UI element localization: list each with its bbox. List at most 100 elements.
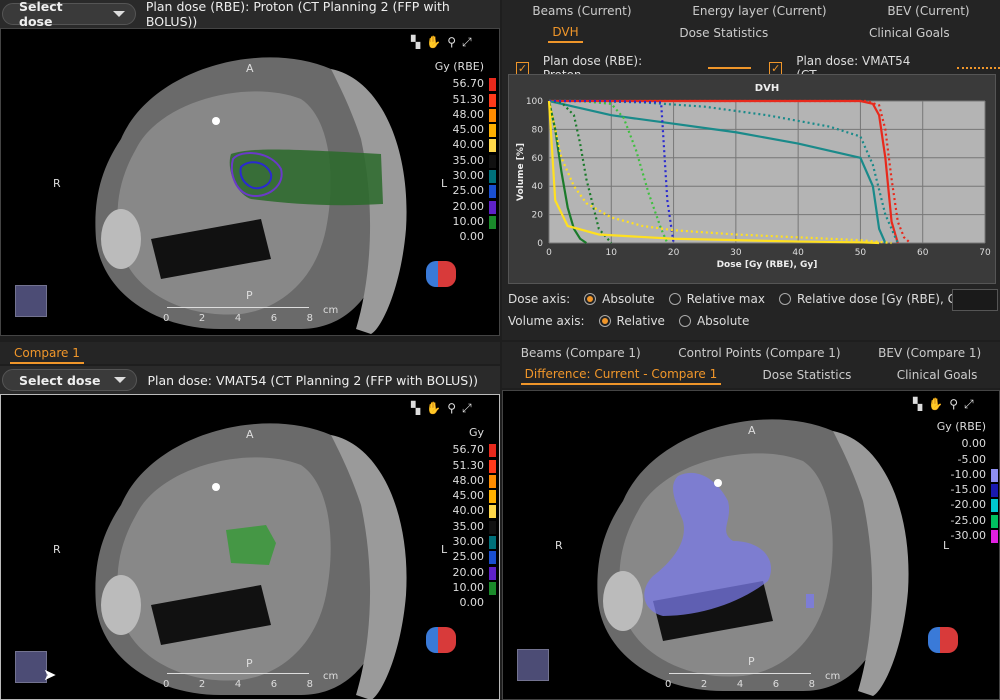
legend-solid-line <box>707 67 752 69</box>
radio-indicator <box>778 293 791 305</box>
tab-beams-compare[interactable]: Beams (Compare 1) <box>517 344 645 362</box>
legend-entry: 10.00 <box>426 580 496 595</box>
scale-tick: 6 <box>270 679 278 690</box>
radio-relative-max[interactable]: Relative max <box>668 292 765 306</box>
fit-view-icon[interactable]: ⤢ <box>964 397 980 411</box>
scale-bar: 0 2 4 6 8 <box>163 307 313 324</box>
dvh-chart-frame: 0 10 20 30 40 50 60 70 0 20 40 60 80 100 DVH Dose [Gy (… <box>508 74 996 284</box>
legend-swatch <box>489 154 496 168</box>
legend-swatch <box>489 124 496 138</box>
checkbox-proton[interactable]: ✓ <box>516 61 529 75</box>
view-tools: ▚✋⚲⤢ <box>411 401 478 416</box>
fit-view-icon[interactable]: ⤢ <box>462 35 478 49</box>
legend-swatch <box>489 490 496 504</box>
legend-entry: -15.00 <box>928 482 998 498</box>
tab-bev-compare[interactable]: BEV (Compare 1) <box>874 344 985 362</box>
select-dose-button[interactable]: Select dose <box>2 0 136 29</box>
orientation-cube-icon[interactable] <box>517 649 549 681</box>
dose-title: Plan dose (RBE): Proton (CT Planning 2 (… <box>145 0 450 29</box>
radio-absolute-dose[interactable]: Absolute <box>584 292 655 306</box>
pan-hand-icon[interactable]: ✋ <box>426 35 447 49</box>
tab-energy-layer[interactable]: Energy layer (Current) <box>688 2 830 20</box>
legend-unit: Gy (RBE) <box>936 420 986 433</box>
legend-swatch <box>489 78 496 92</box>
legend-unit: Gy <box>468 426 484 439</box>
radio-relative-volume[interactable]: Relative <box>598 314 665 328</box>
radio-relative-dose[interactable]: Relative dose [Gy (RBE), Gy]: <box>778 292 973 306</box>
legend-swatch <box>489 536 496 550</box>
zoom-icon[interactable]: ⚲ <box>447 35 462 49</box>
legend-swatch <box>489 520 496 534</box>
body-orientation-icon <box>928 627 958 653</box>
tab-beams-current[interactable]: Beams (Current) <box>528 2 635 20</box>
legend-entry: -5.00 <box>928 452 998 467</box>
bottom-right-viewport[interactable]: ▚✋⚲⤢ A P R L Gy (RBE) 0.00 -5.00 -10.00 -15… <box>502 390 1000 700</box>
dose-axis-label: Dose axis: <box>508 292 571 306</box>
body-orientation-icon <box>426 261 456 287</box>
legend-entry: 40.00 <box>426 503 496 519</box>
tab-row-2: Difference: Current - Compare 1 Dose Sta… <box>502 364 1000 386</box>
body-orientation-icon <box>426 627 456 653</box>
tab-dose-statistics[interactable]: Dose Statistics <box>759 366 856 384</box>
select-dose-label: Select dose <box>19 0 63 29</box>
pan-hand-icon[interactable]: ✋ <box>928 397 949 411</box>
dvh-chart[interactable]: 0 10 20 30 40 50 60 70 0 20 40 60 80 100 DVH Dose [Gy (… <box>509 75 995 283</box>
radio-label: Absolute <box>696 314 750 328</box>
tab-clinical-goals[interactable]: Clinical Goals <box>893 366 982 384</box>
legend-entry: 56.70 <box>426 76 496 92</box>
radio-indicator <box>668 293 681 305</box>
fit-view-icon[interactable]: ⤢ <box>462 401 478 415</box>
select-dose-button[interactable]: Select dose <box>2 369 138 391</box>
tab-compare-1[interactable]: Compare 1 <box>10 344 84 364</box>
radio-absolute-volume[interactable]: Absolute <box>678 314 750 328</box>
mouse-cursor-icon: ➤ <box>43 665 57 684</box>
zoom-icon[interactable]: ⚲ <box>447 401 462 415</box>
pointer-tool-icon[interactable]: ▚ <box>913 397 928 411</box>
bottom-left-viewport[interactable]: ▚✋⚲⤢ A P R L Gy 56.70 51.30 48.00 45.00 40.0… <box>0 394 500 700</box>
legend-swatch <box>991 453 998 467</box>
relative-dose-input[interactable] <box>952 289 998 311</box>
pointer-tool-icon[interactable]: ▚ <box>411 401 426 415</box>
scale-tick: 4 <box>234 313 242 324</box>
tab-dvh[interactable]: DVH <box>548 23 583 43</box>
orientation-cube-icon[interactable] <box>15 285 47 317</box>
legend-entry: 30.00 <box>426 168 496 184</box>
legend-entry: 45.00 <box>426 488 496 504</box>
pointer-tool-icon[interactable]: ▚ <box>411 35 426 49</box>
scale-unit: cm <box>323 671 339 682</box>
legend-swatch <box>489 93 496 107</box>
y-tick-label: 20 <box>532 211 544 221</box>
tab-dose-statistics[interactable]: Dose Statistics <box>675 24 772 42</box>
legend-unit: Gy (RBE) <box>434 60 484 73</box>
legend-entry: -25.00 <box>928 513 998 528</box>
scale-tick: 6 <box>772 679 780 690</box>
legend-entry: 40.00 <box>426 137 496 153</box>
pan-hand-icon[interactable]: ✋ <box>426 401 447 415</box>
top-left-viewport[interactable]: ▚✋⚲⤢ A P R L Gy (RBE) 56.70 51.30 48.00 45.… <box>0 28 500 336</box>
scale-unit: cm <box>323 305 339 316</box>
tab-bev-current[interactable]: BEV (Current) <box>883 2 973 20</box>
checkbox-vmat[interactable]: ✓ <box>769 61 783 75</box>
scale-tick: 4 <box>234 679 242 690</box>
x-tick-label: 30 <box>730 248 742 258</box>
legend-entry: 48.00 <box>426 473 496 488</box>
view-tools: ▚✋⚲⤢ <box>411 35 478 50</box>
legend-swatch <box>991 484 998 498</box>
scale-tick: 0 <box>665 679 672 690</box>
dose-title: Plan dose: VMAT54 (CT Planning 2 (FFP wi… <box>147 372 478 388</box>
legend-entry: 20.00 <box>426 565 496 580</box>
scale-tick: 2 <box>198 679 206 690</box>
legend-entry: 35.00 <box>426 153 496 168</box>
scale-bar: 0 2 4 6 8 <box>665 673 815 690</box>
legend-dotted-line <box>956 67 1000 69</box>
diff-tabs: Beams (Compare 1) Control Points (Compar… <box>502 342 1000 388</box>
tab-difference[interactable]: Difference: Current - Compare 1 <box>520 365 722 385</box>
tab-clinical-goals[interactable]: Clinical Goals <box>865 24 954 42</box>
tab-control-points[interactable]: Control Points (Compare 1) <box>674 344 844 362</box>
zoom-icon[interactable]: ⚲ <box>949 397 964 411</box>
scale-tick: 0 <box>163 313 170 324</box>
legend-entry: 56.70 <box>426 442 496 458</box>
orient-posterior: P <box>246 289 253 302</box>
legend-swatch <box>489 139 496 153</box>
legend-swatch <box>489 185 496 199</box>
